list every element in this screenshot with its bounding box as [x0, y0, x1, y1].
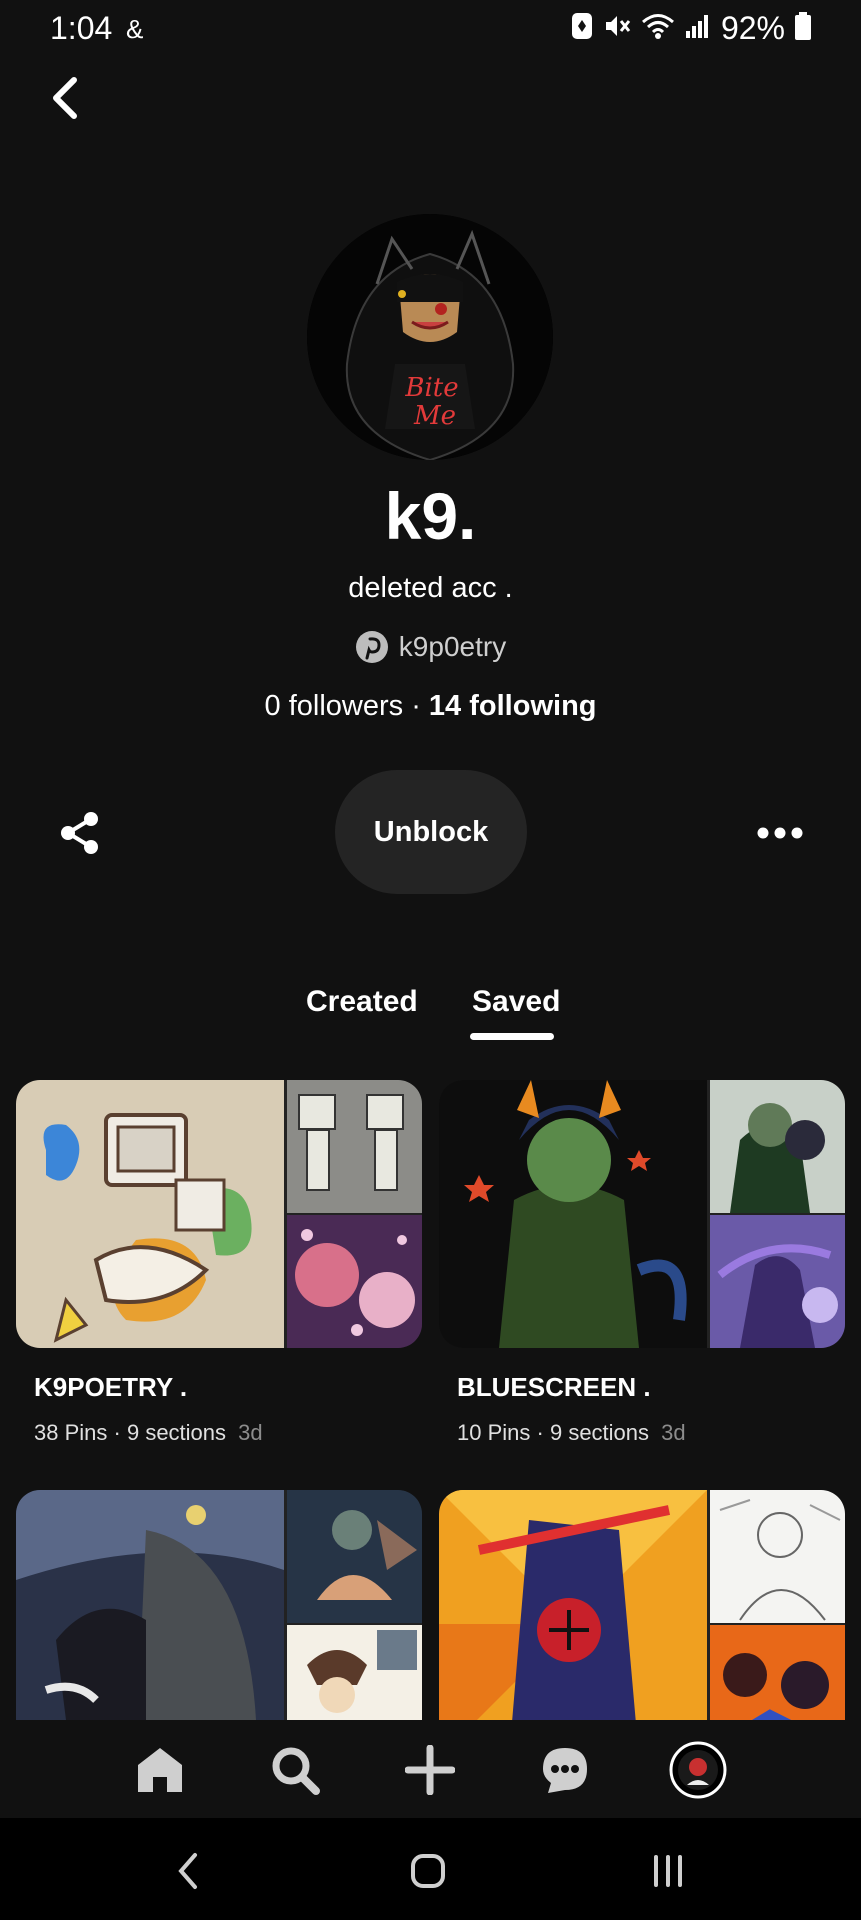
system-navigation — [0, 1818, 861, 1920]
battery-percent: 92% — [720, 10, 785, 46]
unblock-button[interactable]: Unblock — [335, 770, 527, 894]
board-thumbnail — [710, 1215, 845, 1348]
board-title: BLUESCREEN . — [457, 1372, 651, 1402]
recents-icon — [654, 1855, 682, 1887]
profile-avatar[interactable]: Bite Me — [307, 214, 553, 460]
nav-messages[interactable] — [535, 1740, 595, 1800]
status-icons: 92% — [571, 10, 811, 47]
board-card[interactable] — [16, 1490, 422, 1758]
meta-separator: · — [113, 1420, 121, 1445]
follow-stats[interactable]: 0 followers · 14 following — [0, 690, 861, 723]
svg-text:Bite: Bite — [404, 373, 458, 403]
nav-create[interactable] — [400, 1740, 460, 1800]
home-icon — [138, 1748, 182, 1792]
home-outline-icon — [411, 1854, 445, 1888]
board-pin-count: 38 Pins — [34, 1420, 108, 1445]
profile-avatar-icon — [669, 1741, 727, 1799]
search-icon — [272, 1747, 320, 1795]
nav-profile[interactable] — [668, 1740, 728, 1800]
board-thumbnail — [710, 1490, 845, 1623]
back-button[interactable] — [40, 70, 90, 126]
board-thumbnail — [710, 1080, 845, 1213]
svg-text:Me: Me — [413, 401, 456, 431]
status-bar: 1:04 & 92% — [0, 0, 861, 60]
battery-icon — [795, 12, 811, 45]
tab-saved[interactable]: Saved — [472, 985, 560, 1019]
board-card[interactable]: BLUESCREEN . 10 Pins · 9 sections 3d — [439, 1080, 845, 1445]
profile-display-name: k9. — [384, 479, 477, 553]
system-back-button[interactable] — [158, 1846, 218, 1896]
board-age: 3d — [661, 1420, 686, 1445]
board-card[interactable] — [439, 1490, 845, 1758]
board-card[interactable]: K9POETRY . 38 Pins · 9 sections 3d — [16, 1080, 422, 1445]
followers-label: followers — [288, 690, 404, 722]
system-home-button[interactable] — [398, 1846, 458, 1896]
board-pin-count: 10 Pins — [457, 1420, 531, 1445]
board-thumbnail — [16, 1080, 284, 1348]
board-thumbnail — [287, 1215, 422, 1348]
followers-count: 0 — [264, 690, 281, 722]
profile-tabs: Created Saved — [0, 985, 861, 1045]
board-thumbnail — [287, 1490, 422, 1623]
chevron-left-icon — [178, 1853, 197, 1889]
profile-username: k9p0etry — [398, 631, 507, 662]
nav-search[interactable] — [265, 1740, 325, 1800]
meta-separator: · — [536, 1420, 544, 1445]
board-thumbnail — [16, 1490, 284, 1758]
mute-icon — [603, 12, 631, 45]
share-button[interactable] — [55, 808, 105, 858]
tab-created[interactable]: Created — [306, 985, 418, 1019]
board-cover — [439, 1490, 845, 1758]
chat-icon — [543, 1748, 587, 1793]
more-horizontal-icon — [757, 827, 803, 839]
nav-home[interactable] — [130, 1740, 190, 1800]
board-title: K9POETRY . — [34, 1372, 188, 1402]
board-thumbnail — [439, 1490, 707, 1758]
plus-icon — [405, 1745, 455, 1795]
board-age: 3d — [238, 1420, 263, 1445]
status-notification-icon: & — [126, 14, 144, 44]
bottom-navigation — [0, 1720, 861, 1818]
board-cover — [16, 1080, 422, 1348]
signal-icon — [685, 13, 711, 44]
profile-screen: 1:04 & 92% Bite Me k9. deleted acc . k9p… — [0, 0, 861, 1920]
profile-handle: k9p0etry — [0, 630, 861, 664]
profile-bio: deleted acc . — [348, 572, 513, 604]
following-count: 14 — [428, 690, 462, 722]
board-cover — [16, 1490, 422, 1758]
board-cover — [439, 1080, 845, 1348]
board-thumbnail — [439, 1080, 707, 1348]
following-label: following — [469, 690, 597, 722]
more-options-button[interactable] — [752, 810, 808, 856]
wifi-icon — [641, 12, 675, 45]
nfc-icon — [571, 12, 593, 45]
status-time: 1:04 — [50, 10, 113, 46]
system-recents-button[interactable] — [638, 1846, 698, 1896]
board-meta: 38 Pins · 9 sections 3d — [34, 1420, 263, 1446]
board-section-count: 9 sections — [549, 1420, 650, 1445]
share-icon — [61, 812, 98, 854]
pinterest-icon — [355, 631, 388, 663]
board-meta: 10 Pins · 9 sections 3d — [457, 1420, 686, 1446]
stats-separator: · — [411, 690, 421, 722]
chevron-left-icon — [53, 77, 77, 119]
board-section-count: 9 sections — [126, 1420, 227, 1445]
board-thumbnail — [287, 1080, 422, 1213]
active-tab-indicator — [470, 1033, 554, 1040]
